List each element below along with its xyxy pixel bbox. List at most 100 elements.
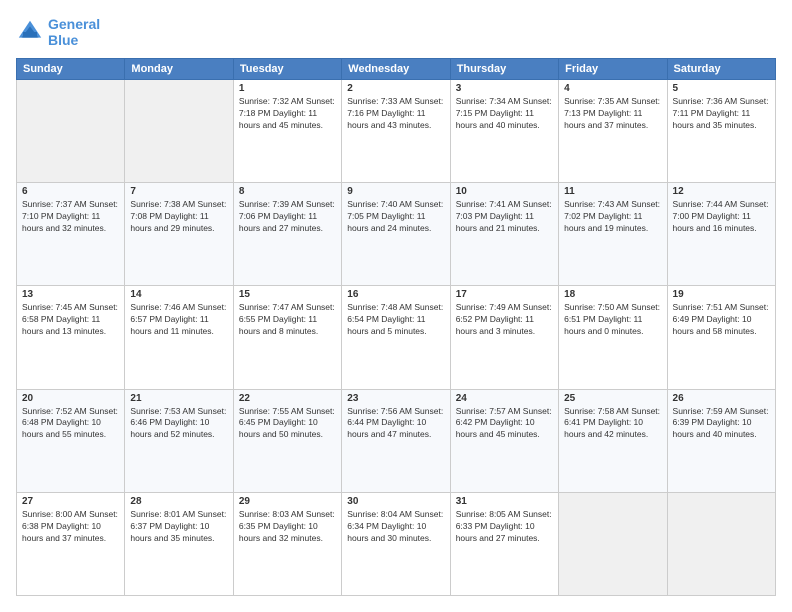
col-sunday: Sunday <box>17 59 125 80</box>
header: General Blue <box>16 16 776 48</box>
calendar-cell: 1 Sunrise: 7:32 AM Sunset: 7:18 PM Daylig… <box>233 80 341 183</box>
calendar-cell <box>17 80 125 183</box>
calendar-cell: 7 Sunrise: 7:38 AM Sunset: 7:08 PM Daylig… <box>125 183 233 286</box>
day-info: Sunrise: 7:52 AM Sunset: 6:48 PM Dayligh… <box>22 406 119 442</box>
col-friday: Friday <box>559 59 667 80</box>
calendar-cell: 3 Sunrise: 7:34 AM Sunset: 7:15 PM Daylig… <box>450 80 558 183</box>
day-info: Sunrise: 8:01 AM Sunset: 6:37 PM Dayligh… <box>130 509 227 545</box>
calendar-cell <box>667 492 775 595</box>
day-number: 25 <box>564 393 661 404</box>
calendar-cell: 12 Sunrise: 7:44 AM Sunset: 7:00 PM Dayli… <box>667 183 775 286</box>
calendar-cell: 5 Sunrise: 7:36 AM Sunset: 7:11 PM Daylig… <box>667 80 775 183</box>
calendar-week-2: 6Sunrise: 7:37 AM Sunset: 7:10 PM Daylig… <box>17 183 776 286</box>
col-wednesday: Wednesday <box>342 59 450 80</box>
day-info: Sunrise: 8:05 AM Sunset: 6:33 PM Dayligh… <box>456 509 553 545</box>
calendar-cell: 20 Sunrise: 7:52 AM Sunset: 6:48 PM Dayli… <box>17 389 125 492</box>
day-info: Sunrise: 7:58 AM Sunset: 6:41 PM Dayligh… <box>564 406 661 442</box>
calendar-cell: 19Sunrise: 7:51 AM Sunset: 6:49 PM Dayli… <box>667 286 775 389</box>
day-info: Sunrise: 7:53 AM Sunset: 6:46 PM Dayligh… <box>130 406 227 442</box>
day-info: Sunrise: 7:33 AM Sunset: 7:16 PM Dayligh… <box>347 96 444 132</box>
day-info: Sunrise: 7:46 AM Sunset: 6:57 PM Dayligh… <box>130 302 227 338</box>
day-number: 2 <box>347 83 444 94</box>
day-info: Sunrise: 7:39 AM Sunset: 7:06 PM Dayligh… <box>239 199 336 235</box>
day-number: 15 <box>239 289 336 300</box>
calendar-cell: 31Sunrise: 8:05 AM Sunset: 6:33 PM Dayli… <box>450 492 558 595</box>
calendar-cell <box>559 492 667 595</box>
day-info: Sunrise: 7:49 AM Sunset: 6:52 PM Dayligh… <box>456 302 553 338</box>
day-info: Sunrise: 7:41 AM Sunset: 7:03 PM Dayligh… <box>456 199 553 235</box>
day-number: 16 <box>347 289 444 300</box>
day-info: Sunrise: 7:47 AM Sunset: 6:55 PM Dayligh… <box>239 302 336 338</box>
calendar-cell: 30 Sunrise: 8:04 AM Sunset: 6:34 PM Dayli… <box>342 492 450 595</box>
day-number: 29 <box>239 496 336 507</box>
page: General Blue Sunday Monday Tuesday Wedne… <box>0 0 792 612</box>
day-number: 14 <box>130 289 227 300</box>
col-saturday: Saturday <box>667 59 775 80</box>
day-number: 12 <box>673 186 770 197</box>
day-info: Sunrise: 7:32 AM Sunset: 7:18 PM Dayligh… <box>239 96 336 132</box>
day-info: Sunrise: 7:45 AM Sunset: 6:58 PM Dayligh… <box>22 302 119 338</box>
day-info: Sunrise: 7:51 AM Sunset: 6:49 PM Dayligh… <box>673 302 770 338</box>
day-info: Sunrise: 8:03 AM Sunset: 6:35 PM Dayligh… <box>239 509 336 545</box>
calendar-cell: 17 Sunrise: 7:49 AM Sunset: 6:52 PM Dayli… <box>450 286 558 389</box>
day-info: Sunrise: 7:36 AM Sunset: 7:11 PM Dayligh… <box>673 96 770 132</box>
calendar-week-3: 13Sunrise: 7:45 AM Sunset: 6:58 PM Dayli… <box>17 286 776 389</box>
calendar-cell: 2 Sunrise: 7:33 AM Sunset: 7:16 PM Daylig… <box>342 80 450 183</box>
calendar-week-4: 20 Sunrise: 7:52 AM Sunset: 6:48 PM Dayli… <box>17 389 776 492</box>
day-info: Sunrise: 7:34 AM Sunset: 7:15 PM Dayligh… <box>456 96 553 132</box>
calendar-cell <box>125 80 233 183</box>
day-info: Sunrise: 8:04 AM Sunset: 6:34 PM Dayligh… <box>347 509 444 545</box>
calendar-cell: 15 Sunrise: 7:47 AM Sunset: 6:55 PM Dayli… <box>233 286 341 389</box>
logo-icon <box>16 18 44 46</box>
calendar-cell: 11 Sunrise: 7:43 AM Sunset: 7:02 PM Dayli… <box>559 183 667 286</box>
calendar-cell: 4 Sunrise: 7:35 AM Sunset: 7:13 PM Daylig… <box>559 80 667 183</box>
day-number: 26 <box>673 393 770 404</box>
day-info: Sunrise: 7:48 AM Sunset: 6:54 PM Dayligh… <box>347 302 444 338</box>
calendar-cell: 23Sunrise: 7:56 AM Sunset: 6:44 PM Dayli… <box>342 389 450 492</box>
day-number: 11 <box>564 186 661 197</box>
calendar-week-1: 1 Sunrise: 7:32 AM Sunset: 7:18 PM Daylig… <box>17 80 776 183</box>
day-number: 8 <box>239 186 336 197</box>
day-info: Sunrise: 8:00 AM Sunset: 6:38 PM Dayligh… <box>22 509 119 545</box>
day-number: 24 <box>456 393 553 404</box>
day-number: 20 <box>22 393 119 404</box>
logo: General Blue <box>16 16 100 48</box>
day-number: 27 <box>22 496 119 507</box>
calendar-cell: 24 Sunrise: 7:57 AM Sunset: 6:42 PM Dayli… <box>450 389 558 492</box>
calendar-cell: 27 Sunrise: 8:00 AM Sunset: 6:38 PM Dayli… <box>17 492 125 595</box>
day-info: Sunrise: 7:43 AM Sunset: 7:02 PM Dayligh… <box>564 199 661 235</box>
day-number: 9 <box>347 186 444 197</box>
day-info: Sunrise: 7:55 AM Sunset: 6:45 PM Dayligh… <box>239 406 336 442</box>
col-monday: Monday <box>125 59 233 80</box>
day-number: 18 <box>564 289 661 300</box>
calendar-cell: 8 Sunrise: 7:39 AM Sunset: 7:06 PM Daylig… <box>233 183 341 286</box>
day-info: Sunrise: 7:57 AM Sunset: 6:42 PM Dayligh… <box>456 406 553 442</box>
calendar-cell: 16 Sunrise: 7:48 AM Sunset: 6:54 PM Dayli… <box>342 286 450 389</box>
day-number: 17 <box>456 289 553 300</box>
logo-text: General Blue <box>48 16 100 48</box>
calendar-cell: 14 Sunrise: 7:46 AM Sunset: 6:57 PM Dayli… <box>125 286 233 389</box>
day-number: 30 <box>347 496 444 507</box>
day-number: 3 <box>456 83 553 94</box>
day-number: 4 <box>564 83 661 94</box>
calendar-cell: 18 Sunrise: 7:50 AM Sunset: 6:51 PM Dayli… <box>559 286 667 389</box>
day-number: 5 <box>673 83 770 94</box>
col-thursday: Thursday <box>450 59 558 80</box>
day-info: Sunrise: 7:56 AM Sunset: 6:44 PM Dayligh… <box>347 406 444 442</box>
day-number: 7 <box>130 186 227 197</box>
calendar-cell: 22 Sunrise: 7:55 AM Sunset: 6:45 PM Dayli… <box>233 389 341 492</box>
col-tuesday: Tuesday <box>233 59 341 80</box>
day-number: 10 <box>456 186 553 197</box>
day-number: 1 <box>239 83 336 94</box>
day-info: Sunrise: 7:50 AM Sunset: 6:51 PM Dayligh… <box>564 302 661 338</box>
day-number: 6 <box>22 186 119 197</box>
calendar-cell: 6Sunrise: 7:37 AM Sunset: 7:10 PM Daylig… <box>17 183 125 286</box>
day-info: Sunrise: 7:44 AM Sunset: 7:00 PM Dayligh… <box>673 199 770 235</box>
calendar-week-5: 27 Sunrise: 8:00 AM Sunset: 6:38 PM Dayli… <box>17 492 776 595</box>
day-number: 22 <box>239 393 336 404</box>
calendar-header-row: Sunday Monday Tuesday Wednesday Thursday… <box>17 59 776 80</box>
day-info: Sunrise: 7:35 AM Sunset: 7:13 PM Dayligh… <box>564 96 661 132</box>
calendar-cell: 26Sunrise: 7:59 AM Sunset: 6:39 PM Dayli… <box>667 389 775 492</box>
day-info: Sunrise: 7:38 AM Sunset: 7:08 PM Dayligh… <box>130 199 227 235</box>
calendar-cell: 28Sunrise: 8:01 AM Sunset: 6:37 PM Dayli… <box>125 492 233 595</box>
